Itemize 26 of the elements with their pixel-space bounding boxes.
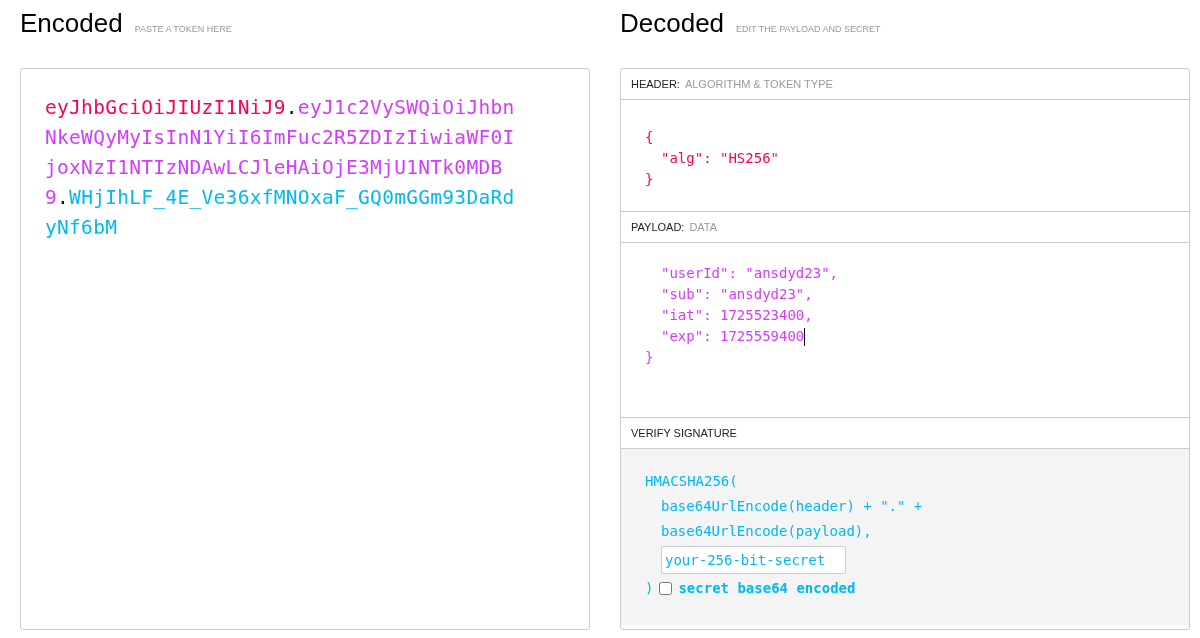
code-line: HMACSHA256( bbox=[645, 472, 738, 491]
code-line: ) bbox=[645, 579, 654, 598]
code-line: "exp": 1725559400 bbox=[661, 327, 805, 346]
code-line: "iat": 1725523400, bbox=[661, 306, 813, 325]
checkbox-label[interactable]: secret base64 encoded bbox=[678, 576, 856, 601]
section-sublabel: DATA bbox=[689, 221, 718, 233]
base64-checkbox[interactable] bbox=[659, 582, 673, 595]
secret-input[interactable]: your-256-bit-secret bbox=[661, 546, 846, 574]
code-line: base64UrlEncode(header) + "." + bbox=[661, 497, 923, 516]
code-line: "sub": "ansdyd23", bbox=[661, 285, 813, 304]
code-line: "alg": "HS256" bbox=[661, 149, 779, 168]
code-line: } bbox=[645, 170, 654, 189]
code-line: { bbox=[645, 128, 654, 147]
encoded-token: eyJhbGciOiJIUzI1NiJ9.eyJ1c2VySWQiOiJhbnNkeWQyMyIsInN1YiI6ImFuc2R5ZDIzIiwiaWF0IjoxNzI1NTIzNDAwLCJleHAiOjE3MjU1NTk0MDB9.WHjIhLF_4E_Ve36xfMNOxaF_GQ0mGGm93DaRdyNf6bM bbox=[45, 95, 515, 241]
section-label: PAYLOAD: bbox=[631, 221, 685, 233]
panel-title: Decoded bbox=[620, 8, 725, 39]
code-line: "userId": "ansdyd23", bbox=[661, 264, 838, 283]
panel-title: Encoded bbox=[20, 8, 123, 39]
token-input[interactable]: eyJhbGciOiJIUzI1NiJ9.eyJ1c2VySWQiOiJhbnNkeWQyMyIsInN1YiI6ImFuc2R5ZDIzIiwiaWF0IjoxNzI1NTIzNDAwLCJleHAiOjE3MjU1NTk0MDB9.WHjIhLF_4E_Ve36xfMNOxaF_GQ0mGGm93DaRdyNf6bM bbox=[20, 68, 590, 630]
code-line: base64UrlEncode(payload), bbox=[661, 522, 872, 541]
panel-subtitle: PASTE A TOKEN HERE bbox=[134, 24, 232, 34]
code-line: } bbox=[645, 348, 654, 367]
panel-subtitle: EDIT THE PAYLOAD AND SECRET bbox=[736, 24, 881, 34]
section-label: HEADER: bbox=[631, 78, 680, 90]
section-sublabel: ALGORITHM & TOKEN TYPE bbox=[684, 78, 833, 90]
section-label: VERIFY SIGNATURE bbox=[631, 427, 737, 439]
